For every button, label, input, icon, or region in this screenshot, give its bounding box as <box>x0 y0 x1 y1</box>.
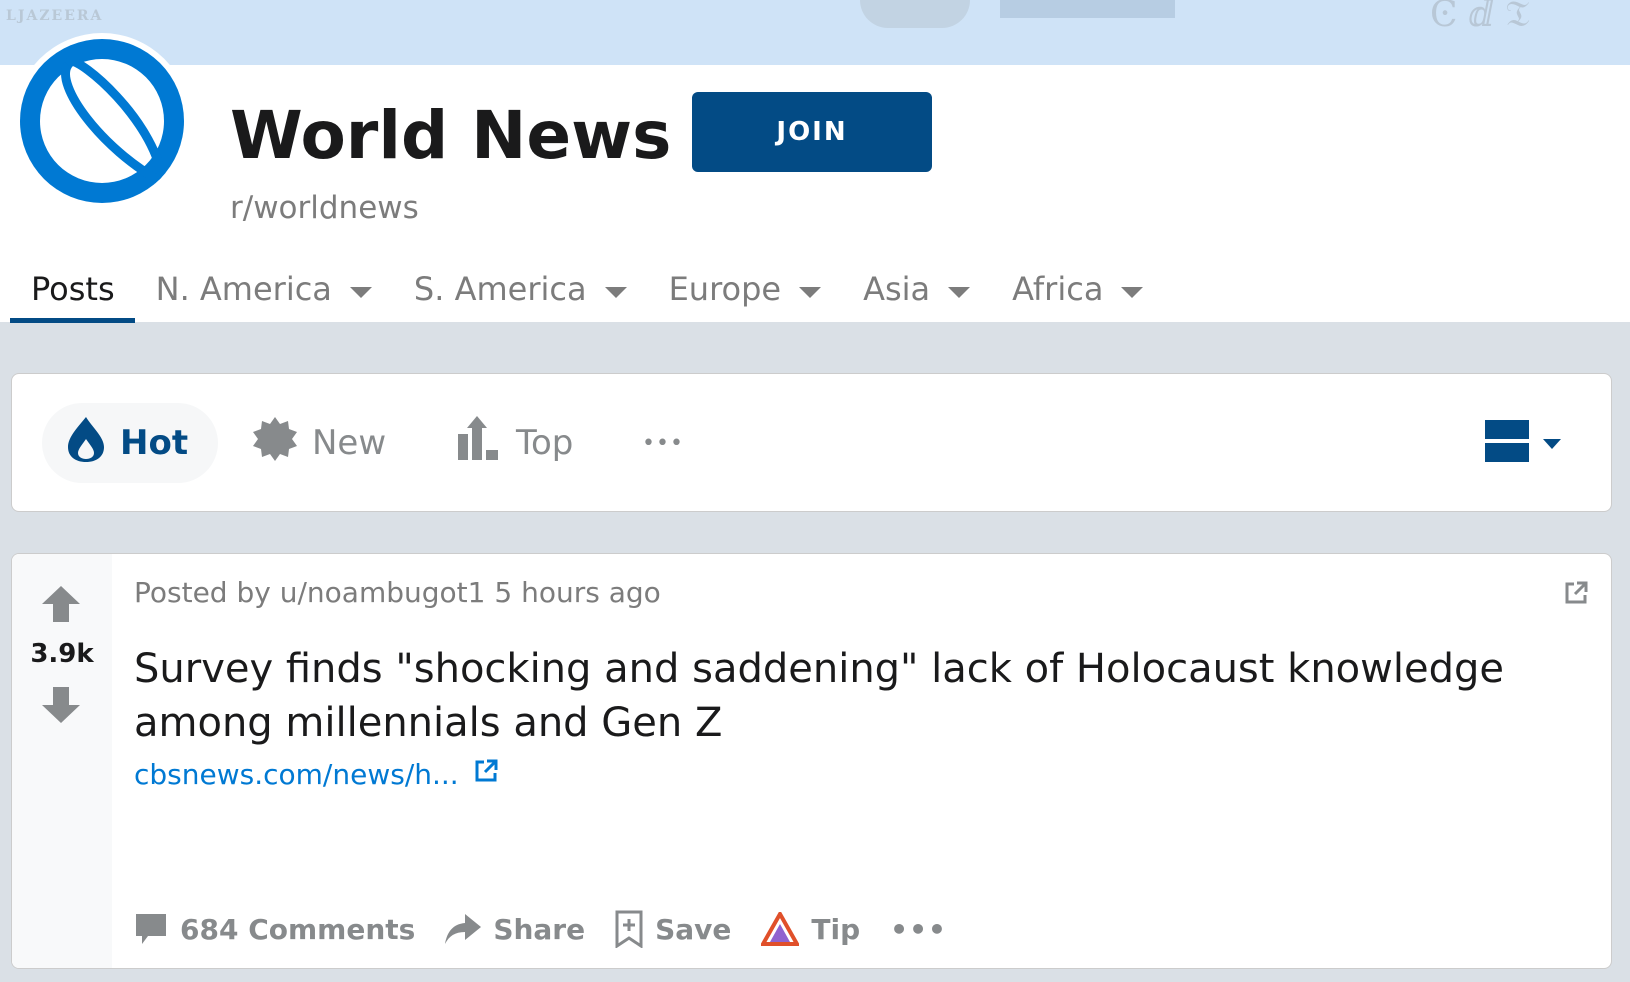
tip-label: Tip <box>811 912 861 946</box>
subreddit-banner: LJAZEERA Ͼ ⅆ 𝔗 <box>0 0 1630 65</box>
tab-africa[interactable]: Africa <box>991 261 1164 317</box>
tab-label: Europe <box>668 270 782 308</box>
post-author-link[interactable]: u/noambugot1 <box>280 576 486 609</box>
subreddit-avatar[interactable] <box>14 33 190 209</box>
comment-icon <box>136 914 166 944</box>
posted-by-label: Posted by <box>134 576 271 609</box>
caret-down-icon <box>604 286 627 298</box>
sort-top-button[interactable]: Top <box>456 403 573 483</box>
sort-bar: Hot New Top ••• <box>11 373 1612 512</box>
subreddit-nav-tabs: Posts N. America S. America Europe Asia … <box>10 261 1164 323</box>
sort-top-label: Top <box>516 423 574 463</box>
external-link-icon[interactable] <box>1563 580 1589 610</box>
flame-icon <box>66 415 106 472</box>
post-timestamp[interactable]: 5 hours ago <box>494 576 660 609</box>
burst-icon <box>252 416 298 471</box>
sort-hot-label: Hot <box>120 423 189 463</box>
post-actions: 684 Comments Share Save Tip ••• <box>134 904 947 954</box>
page-title: World News <box>230 97 672 174</box>
more-icon: ••• <box>642 430 684 456</box>
share-label: Share <box>493 912 586 946</box>
view-layout-button[interactable] <box>1485 420 1561 466</box>
post-source-url: cbsnews.com/news/h... <box>134 758 459 791</box>
planet-icon <box>20 39 184 203</box>
tip-button[interactable]: Tip <box>761 912 860 946</box>
vote-score: 3.9k <box>30 639 94 669</box>
banner-decoration <box>860 0 970 28</box>
caret-down-icon <box>948 286 971 298</box>
post-title[interactable]: Survey finds "shocking and saddening" la… <box>134 642 1574 750</box>
external-link-icon <box>473 758 499 791</box>
tab-asia[interactable]: Asia <box>842 261 991 317</box>
downvote-icon[interactable] <box>42 687 80 727</box>
save-label: Save <box>655 912 732 946</box>
post-meta: Posted by u/noambugot1 5 hours ago <box>134 576 661 609</box>
post-source-link[interactable]: cbsnews.com/news/h... <box>134 758 499 791</box>
sort-new-label: New <box>312 423 387 463</box>
tab-posts[interactable]: Posts <box>10 261 135 323</box>
caret-down-icon <box>1543 434 1561 453</box>
caret-down-icon <box>799 286 822 298</box>
vote-column: 3.9k <box>12 554 112 968</box>
comments-count: 684 Comments <box>180 912 416 946</box>
share-icon <box>445 914 482 944</box>
bookmark-icon <box>615 910 643 948</box>
banner-decoration <box>1000 0 1175 18</box>
sort-hot-button[interactable]: Hot <box>42 403 219 483</box>
banner-watermark-text: LJAZEERA <box>6 8 104 24</box>
card-view-icon <box>1485 420 1529 466</box>
tab-label: Africa <box>1012 270 1104 308</box>
upvote-icon[interactable] <box>42 586 80 626</box>
sort-new-button[interactable]: New <box>252 403 386 483</box>
post-card[interactable]: 3.9k Posted by u/noambugot1 5 hours ago … <box>11 553 1612 969</box>
post-more-button[interactable]: ••• <box>890 913 947 946</box>
banner-decoration: Ͼ ⅆ 𝔗 <box>1430 0 1530 35</box>
tab-n-america[interactable]: N. America <box>135 261 393 317</box>
rising-bars-icon <box>456 415 502 471</box>
tab-label: Posts <box>31 270 115 308</box>
tab-label: S. America <box>413 270 587 308</box>
share-button[interactable]: Share <box>445 913 585 946</box>
join-button[interactable]: JOIN <box>692 92 932 172</box>
tab-s-america[interactable]: S. America <box>393 261 648 317</box>
brave-triangle-icon <box>761 912 800 946</box>
tab-label: Asia <box>863 270 931 308</box>
comments-button[interactable]: 684 Comments <box>134 912 415 946</box>
subreddit-name: r/worldnews <box>230 190 419 226</box>
save-button[interactable]: Save <box>615 910 731 948</box>
tab-europe[interactable]: Europe <box>648 261 843 317</box>
subreddit-header: World News JOIN r/worldnews Posts N. Ame… <box>0 33 1630 323</box>
caret-down-icon <box>349 286 372 298</box>
sort-more-button[interactable]: ••• <box>642 403 684 483</box>
tab-label: N. America <box>155 270 332 308</box>
caret-down-icon <box>1121 286 1144 298</box>
